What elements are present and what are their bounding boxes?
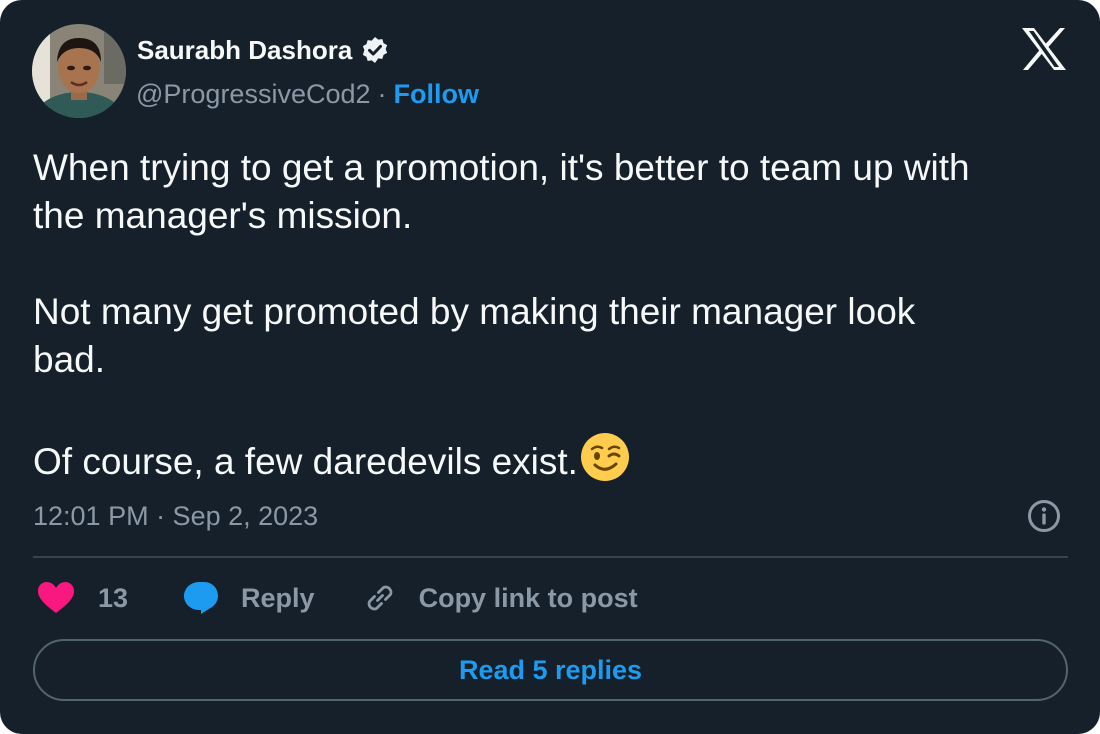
winking-face-emoji-icon [580, 433, 629, 481]
tweet-text: When trying to get a promotion, it's bet… [33, 144, 1068, 486]
like-count: 13 [98, 582, 129, 613]
copy-link-button[interactable]: Copy link to post [363, 581, 638, 615]
separator-dot: · [377, 79, 387, 109]
author-handle[interactable]: @ProgressiveCod2 [136, 77, 371, 111]
divider [33, 556, 1068, 558]
reply-button[interactable]: Reply [183, 581, 315, 615]
heart-icon [38, 582, 74, 613]
info-icon[interactable] [1027, 499, 1061, 533]
read-replies-button[interactable]: Read 5 replies [33, 639, 1068, 701]
action-bar: 13 Reply Copy link to post [38, 578, 638, 618]
tweet-card: Saurabh Dashora @ProgressiveCod2 · Follo… [0, 0, 1100, 734]
x-logo-icon[interactable] [1021, 28, 1067, 70]
verified-badge-icon [363, 37, 388, 63]
author-name[interactable]: Saurabh Dashora [137, 33, 352, 67]
author-name-row: Saurabh Dashora [137, 33, 390, 67]
avatar[interactable] [32, 24, 126, 118]
read-replies-label: Read 5 replies [458, 654, 643, 685]
follow-button[interactable]: Follow [394, 77, 479, 111]
post-timestamp[interactable]: 12:01 PM · Sep 2, 2023 [33, 498, 318, 534]
reply-label: Reply [241, 582, 315, 613]
tweet-body: When trying to get a promotion, it's bet… [33, 147, 970, 482]
reply-bubble-icon [184, 582, 219, 614]
like-action[interactable]: 13 [38, 582, 128, 614]
author-handle-row: @ProgressiveCod2 · Follow [136, 77, 479, 111]
copy-link-label: Copy link to post [418, 582, 638, 613]
link-icon [367, 585, 392, 611]
